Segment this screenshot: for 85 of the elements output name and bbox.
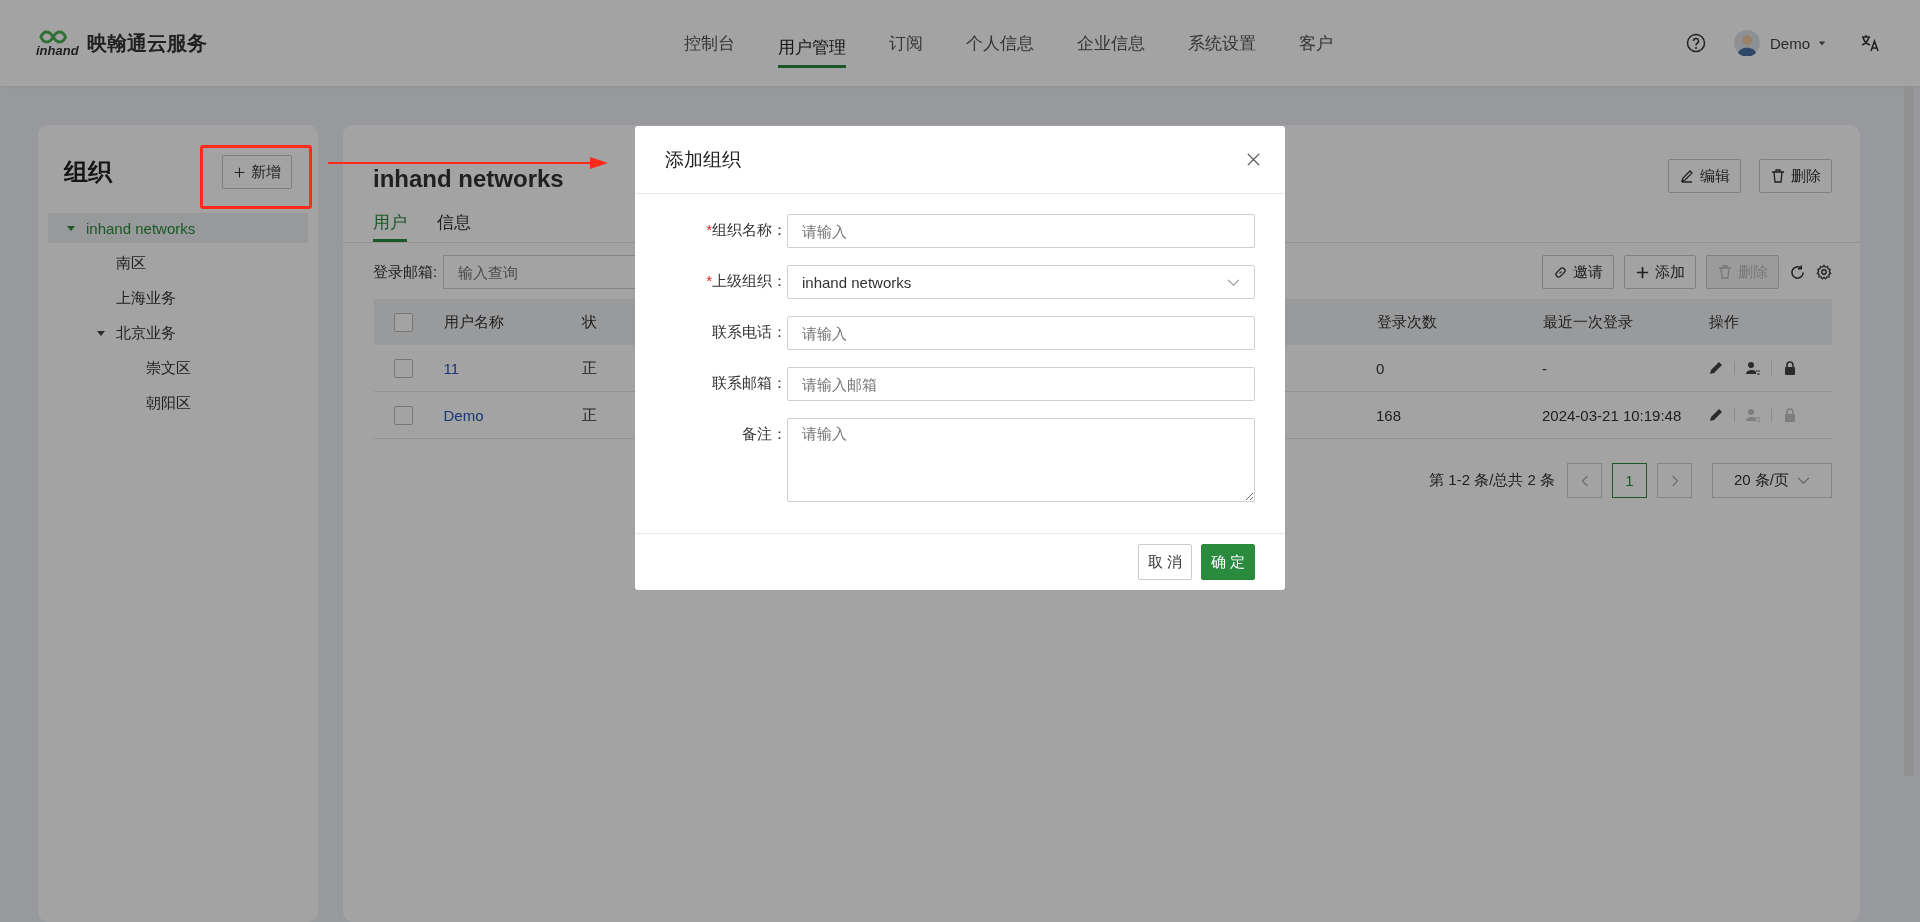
plus-icon bbox=[233, 165, 246, 179]
invite-button[interactable]: 邀请 bbox=[1542, 255, 1614, 289]
column-header: 用户名称 bbox=[444, 312, 504, 330]
chevron-right-icon bbox=[1670, 474, 1679, 487]
page-button[interactable]: 1 bbox=[1612, 463, 1647, 498]
table-cell: 0 bbox=[1376, 359, 1385, 377]
column-header: 最近一次登录 bbox=[1542, 312, 1633, 330]
input-field[interactable]: 请输入 bbox=[787, 316, 1255, 350]
nav-tab[interactable]: 订阅 bbox=[889, 0, 923, 86]
table-cell: 正 bbox=[581, 405, 597, 423]
nav-tab[interactable]: 用户管理 bbox=[778, 36, 846, 68]
brand-name: 映翰通云服务 bbox=[86, 30, 207, 56]
table-cell: 168 bbox=[1376, 406, 1402, 424]
nav-tab[interactable]: 企业信息 bbox=[1077, 0, 1145, 86]
tab[interactable]: 用户 bbox=[373, 211, 407, 242]
translate-icon[interactable] bbox=[1860, 33, 1880, 53]
checkbox[interactable] bbox=[394, 358, 413, 378]
delete-button[interactable]: 删除 bbox=[1759, 159, 1832, 193]
plus-icon bbox=[1635, 264, 1650, 280]
filter-label: 登录邮箱: bbox=[373, 262, 438, 282]
field-label: 备注： bbox=[742, 425, 787, 444]
tree-item-label: 北京业务 bbox=[116, 323, 176, 343]
avatar-icon[interactable] bbox=[1734, 30, 1760, 56]
textarea-field[interactable]: 请输入 bbox=[787, 418, 1255, 502]
close-icon[interactable] bbox=[1246, 152, 1261, 167]
pagination-summary: 第 1-2 条/总共 2 条 bbox=[1429, 471, 1555, 490]
cancel-button[interactable]: 取 消 bbox=[1137, 544, 1192, 580]
sidebar-title: 组织 bbox=[64, 157, 112, 187]
field-label: 联系邮箱： bbox=[712, 374, 787, 393]
tree-item[interactable]: 朝阳区 bbox=[48, 388, 308, 418]
tree-item[interactable]: 上海业务 bbox=[48, 283, 308, 313]
column-header: 状 bbox=[582, 312, 597, 330]
trash-icon bbox=[1717, 264, 1733, 280]
input-field[interactable]: 请输入邮箱 bbox=[787, 367, 1255, 401]
caret-icon[interactable] bbox=[96, 328, 106, 338]
tree-item[interactable]: 崇文区 bbox=[48, 353, 308, 383]
settings-icon[interactable] bbox=[1816, 264, 1832, 280]
add-button[interactable]: 新增 bbox=[222, 155, 292, 189]
table-cell: 正 bbox=[581, 358, 597, 376]
trash-icon bbox=[1770, 168, 1786, 184]
page-size-select[interactable]: 20 条/页 bbox=[1712, 463, 1832, 498]
tree-item-label: 南区 bbox=[116, 253, 146, 273]
checkbox[interactable] bbox=[394, 312, 413, 332]
tree-item-label: 崇文区 bbox=[146, 358, 191, 378]
confirm-button[interactable]: 确 定 bbox=[1200, 544, 1255, 580]
caret-icon[interactable] bbox=[66, 223, 76, 233]
tree-item-label: 上海业务 bbox=[116, 288, 176, 308]
checkbox[interactable] bbox=[394, 405, 413, 425]
column-header: 登录次数 bbox=[1376, 312, 1437, 330]
table-cell: 2024-03-21 10:19:48 bbox=[1542, 406, 1682, 424]
nav-tab[interactable]: 客户 bbox=[1299, 0, 1333, 86]
add-button[interactable]: 添加 bbox=[1624, 255, 1696, 289]
chevron-down-icon bbox=[1227, 277, 1240, 287]
user-link[interactable]: Demo bbox=[443, 406, 484, 424]
edit-button[interactable]: 编辑 bbox=[1668, 159, 1741, 193]
input-field[interactable]: 请输入 bbox=[787, 214, 1255, 248]
field-label: 联系电话： bbox=[712, 323, 787, 342]
page-title: inhand networks bbox=[373, 165, 564, 193]
nav-tab[interactable]: 系统设置 bbox=[1188, 0, 1256, 86]
pencil-icon[interactable] bbox=[1708, 360, 1724, 376]
nav-tab[interactable]: 个人信息 bbox=[966, 0, 1034, 86]
link-icon bbox=[1553, 264, 1568, 280]
chevron-left-icon bbox=[1580, 474, 1589, 487]
lock-icon[interactable] bbox=[1782, 360, 1798, 376]
table-cell: - bbox=[1542, 359, 1547, 377]
nav-tab[interactable]: 控制台 bbox=[684, 0, 735, 86]
select-field[interactable]: inhand networks bbox=[787, 265, 1255, 299]
chevron-down-icon bbox=[1797, 476, 1810, 485]
user-link[interactable]: 11 bbox=[443, 359, 460, 377]
logo[interactable]: inhand bbox=[36, 29, 79, 57]
field-label: *组织名称： bbox=[706, 221, 787, 240]
tree-item-label: 朝阳区 bbox=[146, 393, 191, 413]
user-swap-icon[interactable] bbox=[1745, 360, 1761, 376]
pencil-icon[interactable] bbox=[1708, 407, 1724, 423]
dialog-title: 添加组织 bbox=[665, 147, 741, 172]
refresh-icon[interactable] bbox=[1789, 263, 1806, 281]
tree-item[interactable]: 北京业务 bbox=[48, 318, 308, 348]
column-header: 操作 bbox=[1708, 312, 1739, 330]
tree-item[interactable]: 南区 bbox=[48, 248, 308, 278]
tab[interactable]: 信息 bbox=[437, 211, 471, 242]
caret-icon[interactable] bbox=[1818, 39, 1826, 47]
tree-item-label: inhand networks bbox=[86, 219, 196, 237]
pencil-icon bbox=[1679, 168, 1695, 184]
help-icon[interactable] bbox=[1686, 33, 1706, 53]
user-name[interactable]: Demo bbox=[1770, 34, 1810, 52]
